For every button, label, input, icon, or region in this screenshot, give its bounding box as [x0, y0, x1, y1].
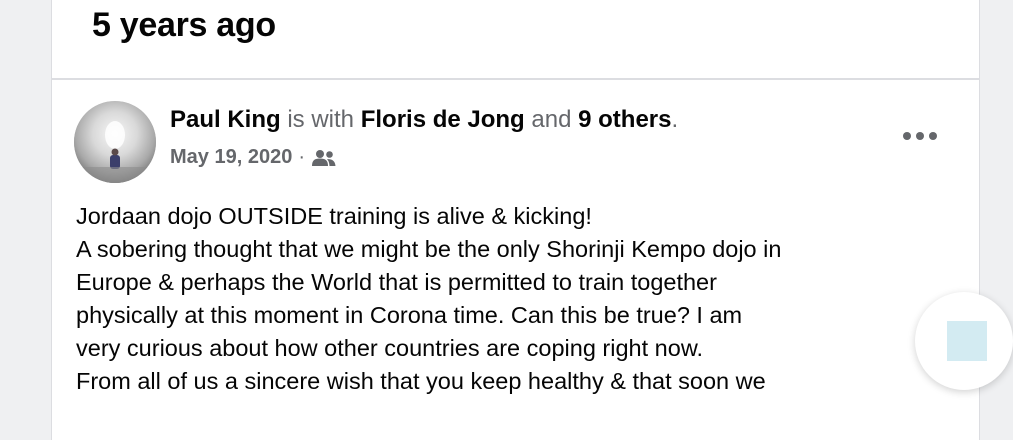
and-text: and: [531, 106, 572, 133]
author-name-link[interactable]: Paul King: [170, 106, 281, 133]
others-link[interactable]: 9 others: [578, 106, 671, 133]
tagged-person-link[interactable]: Floris de Jong: [361, 106, 525, 133]
post-text-line: physically at this moment in Corona time…: [76, 302, 743, 328]
post-meta: May 19, 2020 ·: [170, 146, 337, 169]
meta-separator: ·: [298, 146, 305, 168]
period-text: .: [671, 106, 679, 133]
more-options-button[interactable]: [898, 120, 942, 152]
memory-header: 5 years ago: [52, 0, 979, 80]
post-text-line: A sobering thought that we might be the …: [76, 236, 782, 262]
memory-title: 5 years ago: [92, 6, 276, 44]
post-text-line: very curious about how other countries a…: [76, 335, 704, 361]
avatar[interactable]: [74, 101, 156, 183]
memory-card: 5 years ago Paul King is with Floris de …: [51, 0, 980, 440]
friends-icon[interactable]: [311, 149, 337, 167]
post-text: Jordaan dojo OUTSIDE training is alive &…: [76, 200, 971, 398]
post-text-line: From all of us a sincere wish that you k…: [76, 368, 766, 394]
post-text-line: Europe & perhaps the World that is permi…: [76, 269, 717, 295]
post-date-link[interactable]: May 19, 2020: [170, 146, 292, 169]
post-author-line: Paul King is with Floris de Jong and 9 o…: [170, 106, 678, 134]
floating-action-button[interactable]: [915, 292, 1013, 390]
avatar-photo-icon: [74, 101, 156, 183]
square-icon: [947, 321, 987, 361]
more-options-icon: [903, 132, 937, 140]
post-text-line: Jordaan dojo OUTSIDE training is alive &…: [76, 203, 592, 229]
page: 5 years ago Paul King is with Floris de …: [0, 0, 1013, 440]
with-text: is with: [287, 106, 355, 133]
